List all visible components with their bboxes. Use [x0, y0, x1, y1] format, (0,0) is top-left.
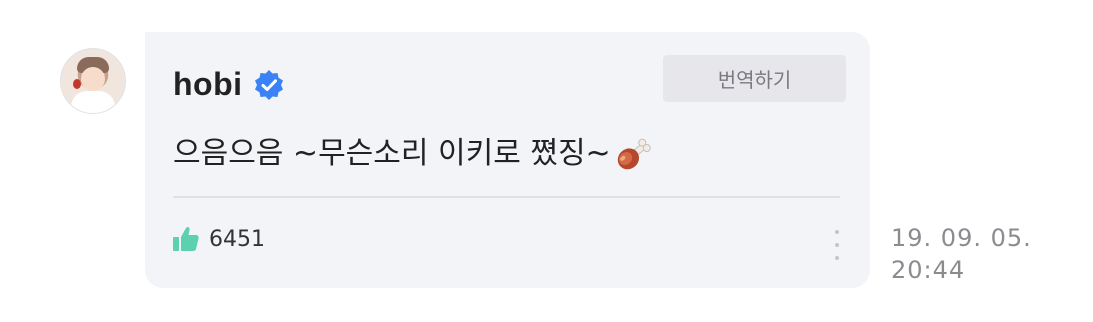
- avatar-rose: [73, 79, 81, 89]
- vertical-dots-icon: [835, 243, 839, 247]
- timestamp: 19. 09. 05. 20:44: [891, 222, 1032, 286]
- message-body: 으음으음 ~무슨소리 이키로 쪘징~: [173, 136, 611, 171]
- avatar-shirt: [71, 91, 115, 113]
- translate-button[interactable]: 번역하기: [663, 55, 846, 102]
- verified-badge-icon: [254, 69, 283, 100]
- message-text: 으음으음 ~무슨소리 이키로 쪘징~: [173, 128, 653, 175]
- vertical-dots-icon: [835, 230, 839, 234]
- like-button[interactable]: 6451: [171, 224, 265, 254]
- author-row: hobi: [173, 66, 285, 103]
- vertical-dots-icon: [835, 256, 839, 260]
- avatar[interactable]: [60, 48, 126, 114]
- meat-on-bone-icon: [617, 138, 651, 169]
- divider: [173, 196, 840, 198]
- thumbs-up-icon: [173, 226, 199, 251]
- like-count: 6451: [209, 226, 265, 252]
- timestamp-date: 19. 09. 05.: [891, 224, 1032, 252]
- avatar-face: [81, 67, 105, 91]
- more-options-button[interactable]: [831, 230, 843, 260]
- comment-bubble: hobi 번역하기 으음으음 ~무슨소리 이키로 쪘징~ 6451: [145, 32, 870, 288]
- author-name[interactable]: hobi: [173, 66, 243, 103]
- timestamp-time: 20:44: [891, 256, 966, 284]
